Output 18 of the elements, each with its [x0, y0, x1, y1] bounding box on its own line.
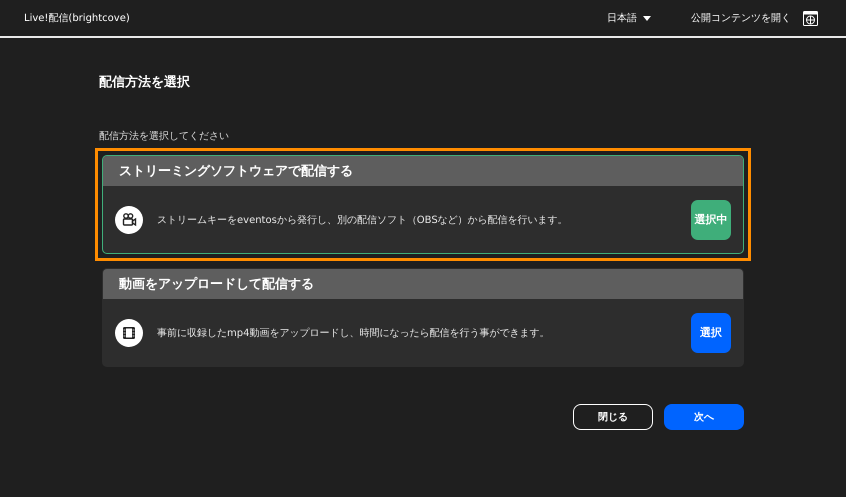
caret-icon: [643, 16, 651, 20]
close-button[interactable]: 閉じる: [573, 404, 653, 430]
film-icon: [115, 318, 143, 346]
option-card[interactable]: ストリーミングソフトウェアで配信する ストリームキーをeventosから発行し、別の配信ソフト（OBSなど）から配信を行います。 選択中: [102, 155, 744, 254]
public-content-link[interactable]: 公開コンテンツを開く: [691, 11, 791, 25]
option-description: 事前に収録したmp4動画をアップロードし、時間になったら配信を行う事ができます。: [157, 326, 550, 340]
video-camera-icon: [115, 206, 143, 234]
option-title: ストリーミングソフトウェアで配信する: [119, 163, 353, 180]
instruction-text: 配信方法を選択してください: [99, 130, 230, 143]
option-description: ストリームキーをeventosから発行し、別の配信ソフト（OBSなど）から配信を行います。: [157, 214, 569, 226]
language-dropdown[interactable]: 日本語: [607, 11, 651, 25]
page-title: 配信方法を選択: [99, 74, 191, 92]
option-title: 動画をアップロードして配信する: [119, 276, 314, 293]
option-card[interactable]: 動画をアップロードして配信する 事前に収録したmp4動画をアップロードし、時間になったら配信を行う事ができます。 選択: [102, 268, 744, 367]
app-title: Live!配信(brightcove): [24, 12, 130, 25]
globe-window-icon[interactable]: [803, 10, 818, 26]
next-button[interactable]: 次へ: [664, 404, 744, 430]
select-button[interactable]: 選択: [691, 312, 731, 352]
